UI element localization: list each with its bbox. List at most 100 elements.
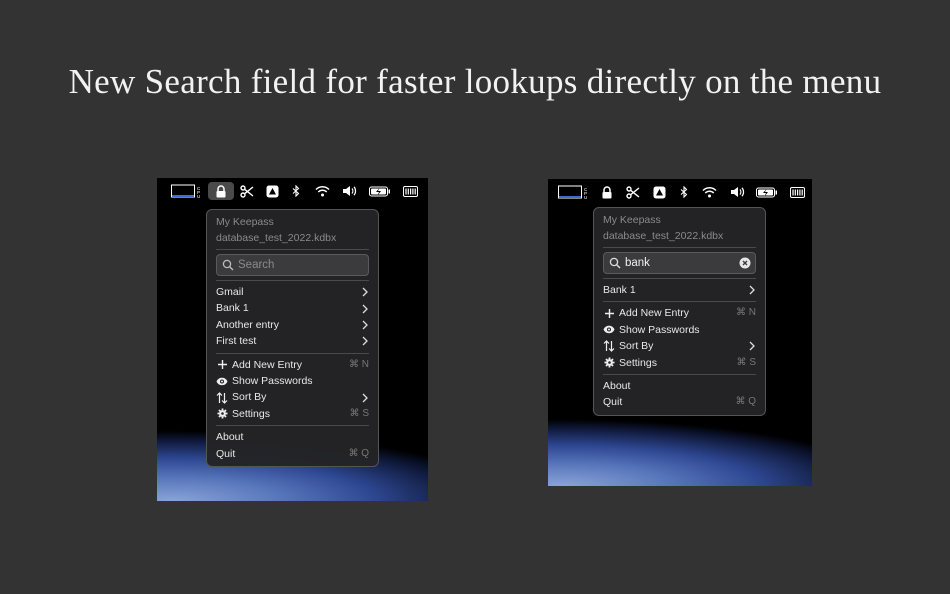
headline: New Search field for faster lookups dire… — [68, 62, 882, 101]
search-icon — [222, 259, 234, 271]
battery-charging-icon[interactable] — [369, 182, 391, 200]
chevron-right-icon — [749, 285, 755, 295]
action-label: Sort By — [232, 391, 267, 404]
shortcut-label: ⌘ S — [349, 407, 369, 419]
eye-icon — [216, 377, 228, 385]
divider — [603, 301, 756, 303]
entry-label: First test — [216, 335, 257, 348]
memory-icon[interactable] — [789, 183, 805, 201]
clear-search-icon[interactable] — [739, 257, 751, 269]
battery-charging-icon[interactable] — [756, 183, 778, 201]
about-item[interactable]: About — [603, 378, 756, 394]
search-input[interactable] — [234, 259, 368, 271]
entry-gmail[interactable]: Gmail — [216, 284, 369, 300]
settings-item[interactable]: Settings ⌘ S — [216, 406, 369, 422]
vault-name: My Keepass — [216, 216, 274, 228]
entry-label: Another entry — [216, 318, 280, 331]
entry-first-test[interactable]: First test — [216, 333, 369, 349]
plus-icon — [217, 360, 227, 370]
entry-another-entry[interactable]: Another entry — [216, 317, 369, 333]
menu-bar: CPU — [548, 179, 812, 205]
chevron-right-icon — [362, 393, 368, 402]
entry-bank-1[interactable]: Bank 1 — [603, 282, 756, 298]
scissors-icon[interactable] — [625, 183, 641, 201]
shortcut-label: ⌘ N — [349, 358, 369, 370]
volume-icon[interactable] — [341, 182, 357, 200]
divider — [603, 278, 756, 279]
search-icon — [609, 257, 621, 269]
action-label: Add New Entry — [232, 358, 303, 371]
bluetooth-icon[interactable] — [290, 182, 302, 200]
scissors-icon[interactable] — [239, 182, 255, 200]
screenshot-search-empty: CPU My Keepass database_test_2022.kdbx S… — [157, 178, 428, 501]
shortcut-label: ⌘ Q — [735, 396, 756, 408]
chevron-right-icon — [362, 304, 368, 314]
database-file: database_test_2022.kdbx — [603, 230, 724, 242]
search-box — [216, 254, 369, 276]
wifi-icon[interactable] — [314, 182, 330, 200]
chevron-right-icon — [749, 341, 755, 351]
about-label: About — [603, 379, 631, 392]
add-new-entry-item[interactable]: Add New Entry ⌘ N — [603, 305, 756, 321]
menu-bar: CPU — [157, 178, 428, 204]
cpu-meter-icon[interactable]: CPU — [558, 183, 592, 201]
add-new-entry-item[interactable]: Add New Entry ⌘ N — [216, 357, 369, 373]
cloud-drive-icon[interactable] — [652, 183, 666, 201]
entry-label: Bank 1 — [603, 284, 636, 296]
about-item[interactable]: About — [216, 429, 369, 445]
action-label: Settings — [232, 407, 270, 420]
lock-icon[interactable] — [208, 182, 234, 200]
chevron-right-icon — [362, 336, 368, 346]
quit-item[interactable]: Quit ⌘ Q — [603, 394, 756, 410]
about-label: About — [216, 431, 244, 444]
action-label: Add New Entry — [619, 307, 690, 320]
settings-item[interactable]: Settings ⌘ S — [603, 355, 756, 371]
quit-label: Quit — [603, 396, 623, 409]
search-box — [603, 252, 756, 274]
screenshot-search-filtered: CPU My Keepass database_test_2022.kdbx b… — [548, 179, 812, 486]
entry-bank-1[interactable]: Bank 1 — [216, 300, 369, 316]
chevron-right-icon — [362, 320, 368, 330]
quit-item[interactable]: Quit ⌘ Q — [216, 446, 369, 462]
keepass-menu: My Keepass database_test_2022.kdbx Bank … — [593, 207, 766, 416]
divider — [216, 280, 369, 281]
gear-icon — [217, 408, 227, 419]
chevron-right-icon — [362, 287, 368, 297]
svg-text:U: U — [197, 194, 200, 198]
vault-name: My Keepass — [603, 214, 661, 226]
action-label: Show Passwords — [619, 323, 700, 336]
gear-icon — [604, 357, 614, 368]
divider — [216, 249, 369, 250]
bluetooth-icon[interactable] — [678, 183, 690, 201]
cpu-meter-icon[interactable]: CPU — [171, 182, 205, 200]
plus-icon — [604, 309, 614, 319]
divider — [216, 352, 369, 354]
search-input[interactable] — [621, 257, 739, 269]
eye-icon — [603, 326, 615, 334]
show-passwords-item[interactable]: Show Passwords — [216, 373, 369, 389]
divider — [216, 425, 369, 427]
sort-by-item[interactable]: Sort By — [216, 389, 369, 405]
divider — [603, 373, 756, 375]
memory-icon[interactable] — [402, 182, 418, 200]
sort-icon — [603, 340, 615, 353]
sort-by-item[interactable]: Sort By — [603, 338, 756, 354]
lock-icon[interactable] — [600, 183, 614, 201]
action-label: Settings — [619, 356, 657, 369]
entry-label: Bank 1 — [216, 302, 249, 315]
volume-icon[interactable] — [729, 183, 745, 201]
database-file: database_test_2022.kdbx — [216, 232, 337, 244]
keepass-menu: My Keepass database_test_2022.kdbx Gmail… — [206, 209, 379, 467]
cloud-drive-icon[interactable] — [265, 182, 279, 200]
shortcut-label: ⌘ S — [736, 356, 756, 368]
entry-label: Gmail — [216, 286, 244, 298]
shortcut-label: ⌘ N — [736, 307, 756, 319]
action-label: Sort By — [619, 340, 654, 353]
action-label: Show Passwords — [232, 374, 313, 387]
shortcut-label: ⌘ Q — [348, 447, 369, 459]
wifi-icon[interactable] — [701, 183, 717, 201]
quit-label: Quit — [216, 447, 236, 460]
sort-icon — [216, 391, 228, 404]
svg-text:U: U — [584, 195, 587, 199]
show-passwords-item[interactable]: Show Passwords — [603, 322, 756, 338]
